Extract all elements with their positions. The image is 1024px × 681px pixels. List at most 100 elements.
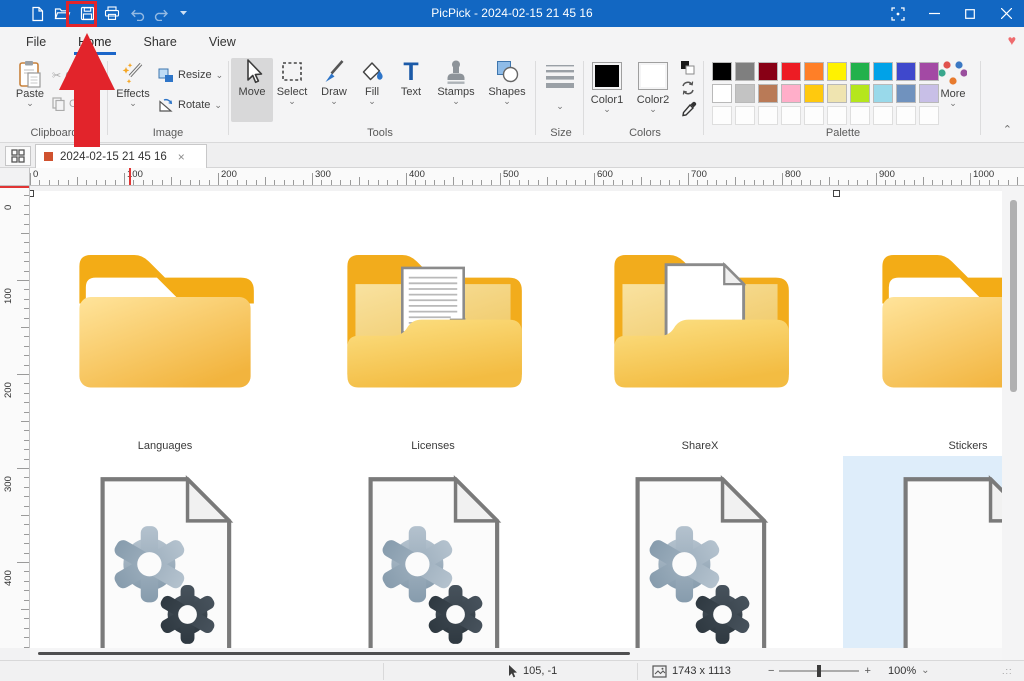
ruler-tick [21,609,29,610]
ruler-tick [632,180,633,185]
cycle-arrows-icon [680,80,696,96]
ruler-tick [24,412,29,413]
color1-button[interactable]: Color1 ⌄ [588,62,626,112]
palette-swatch-empty-3[interactable] [781,106,801,125]
canvas[interactable]: Languages Licenses ShareX Stickers [30,186,1002,648]
document-tab-title: 2024-02-15 21 45 16 [60,151,167,163]
palette-swatch-1-3[interactable] [781,84,801,103]
collapse-ribbon-button[interactable]: ⌃ [1003,123,1012,136]
palette-swatch-empty-8[interactable] [896,106,916,125]
tool-fill[interactable]: Fill ⌄ [352,58,392,104]
select-caret-icon: ⌄ [288,98,296,104]
tab-file[interactable]: File [10,27,62,57]
size-button[interactable]: ⌄ [542,63,578,109]
vertical-scrollbar-thumb[interactable] [1010,200,1017,392]
paste-button[interactable]: Paste ⌄ [10,60,50,106]
palette-swatch-1-8[interactable] [896,84,916,103]
ruler-tick [321,180,322,185]
resize-grip[interactable]: .:: [1002,661,1013,681]
screen-capture-icon[interactable] [880,0,916,27]
cursor-position: 105, -1 [508,661,557,681]
more-colors-button[interactable]: More ⌄ [932,60,974,106]
palette-swatch-0-7[interactable] [873,62,893,81]
palette-swatch-empty-5[interactable] [827,106,847,125]
horizontal-scrollbar-thumb[interactable] [38,652,630,655]
tool-stamps[interactable]: Stamps ⌄ [432,58,480,104]
palette-swatch-empty-7[interactable] [873,106,893,125]
resize-button[interactable]: Resize ⌄ [158,67,223,83]
swap-colors-button[interactable] [680,60,696,76]
palette-swatch-1-0[interactable] [712,84,732,103]
tab-share[interactable]: Share [128,27,193,57]
ruler-tick [24,336,29,337]
cut-button[interactable]: ✂ Cut [52,69,82,82]
palette-swatch-0-0[interactable] [712,62,732,81]
document-tab[interactable]: 2024-02-15 21 45 16 × [35,144,207,168]
rotate-icon [158,97,174,113]
palette-swatch-empty-0[interactable] [712,106,732,125]
tool-text[interactable]: T Text [392,58,430,98]
palette-swatch-0-3[interactable] [781,62,801,81]
ruler-tick [24,195,29,196]
palette-swatch-empty-9[interactable] [919,106,939,125]
window-title: PicPick - 2024-02-15 21 45 16 [0,0,1024,27]
zoom-slider-thumb[interactable] [817,665,821,677]
palette-swatch-1-7[interactable] [873,84,893,103]
ruler-tick [24,308,29,309]
hruler-label-800: 800 [785,169,801,180]
eyedropper-button[interactable] [681,101,697,117]
maximize-button[interactable] [952,0,988,27]
color2-button[interactable]: Color2 ⌄ [634,62,672,112]
ruler-tick [17,468,29,469]
tab-view[interactable]: View [193,27,252,57]
copy-button[interactable]: Copy [52,97,95,111]
palette-swatch-0-5[interactable] [827,62,847,81]
close-button[interactable] [988,0,1024,27]
palette-swatch-0-1[interactable] [735,62,755,81]
selection-handle[interactable] [833,190,840,197]
palette-swatch-0-4[interactable] [804,62,824,81]
tab-close-icon[interactable]: × [178,150,185,164]
ruler-tick [24,581,29,582]
ruler-tick [810,180,811,185]
palette-swatch-0-8[interactable] [896,62,916,81]
palette-swatch-1-6[interactable] [850,84,870,103]
palette-swatch-1-2[interactable] [758,84,778,103]
palette-swatch-empty-4[interactable] [804,106,824,125]
tool-shapes[interactable]: Shapes ⌄ [483,58,531,104]
zoom-out-button[interactable]: − [768,665,774,677]
ruler-tick [415,180,416,185]
palette-swatch-1-4[interactable] [804,84,824,103]
heart-icon[interactable]: ♥ [1008,32,1016,48]
group-separator [980,61,981,135]
palette-swatch-0-6[interactable] [850,62,870,81]
ruler-tick [274,180,275,185]
zoom-in-button[interactable]: + [864,665,870,677]
ruler-tick [735,177,736,185]
tab-home[interactable]: Home [62,27,127,57]
vertical-scrollbar[interactable] [1004,186,1024,660]
zoom-slider[interactable] [779,670,859,672]
palette-swatch-empty-2[interactable] [758,106,778,125]
ruler-tick [350,180,351,185]
tool-select[interactable]: Select ⌄ [271,58,313,104]
palette-swatch-empty-6[interactable] [850,106,870,125]
tool-move[interactable]: Move [231,58,273,122]
palette-swatch-empty-1[interactable] [735,106,755,125]
tab-list-button[interactable] [5,146,31,166]
ruler-tick [152,180,153,185]
minimize-button[interactable] [916,0,952,27]
effects-button[interactable]: Effects ⌄ [112,60,154,106]
tool-draw[interactable]: Draw ⌄ [313,58,355,104]
palette-swatch-0-2[interactable] [758,62,778,81]
hruler-label-0: 0 [33,169,38,180]
zoom-level[interactable]: 100% ⌄ [888,661,930,681]
rotate-button[interactable]: Rotate ⌄ [158,97,222,113]
horizontal-scrollbar[interactable] [30,648,1002,660]
ruler-tick [829,177,830,185]
palette-swatch-1-1[interactable] [735,84,755,103]
ruler-tick [650,180,651,185]
selection-handle[interactable] [30,190,34,197]
cycle-colors-button[interactable] [680,80,696,96]
palette-swatch-1-5[interactable] [827,84,847,103]
